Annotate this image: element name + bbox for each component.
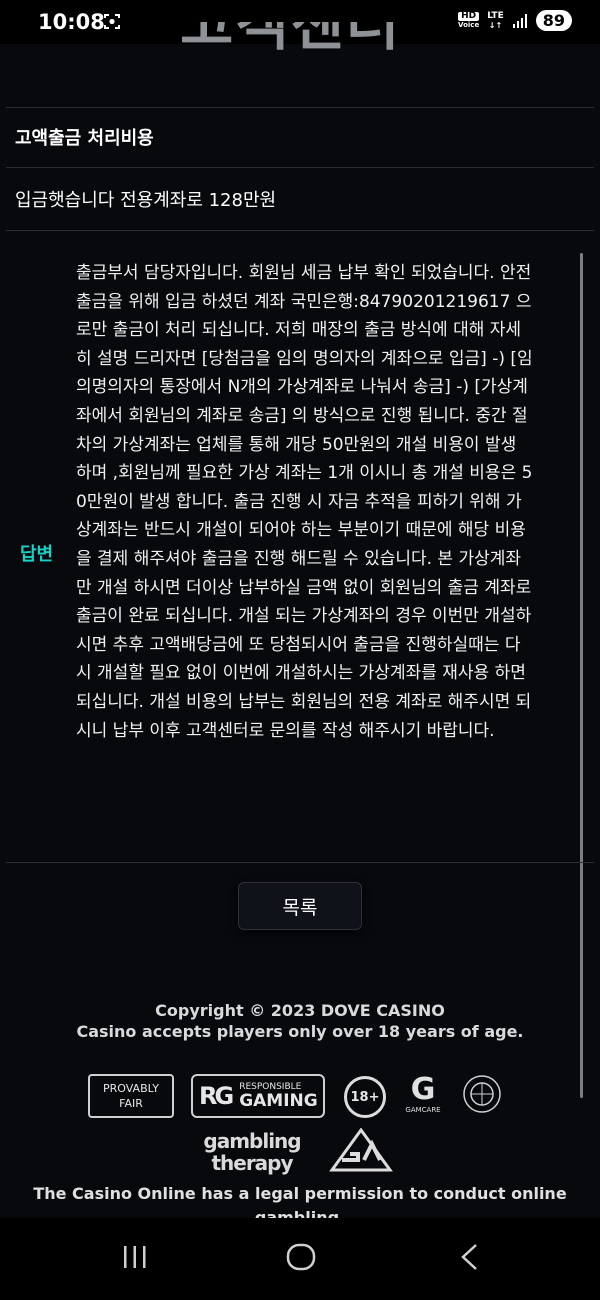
responsible-gaming-badge[interactable]: RG RESPONSIBLE GAMING: [191, 1074, 325, 1118]
battery-indicator: 89: [535, 10, 572, 31]
back-icon[interactable]: [455, 1242, 485, 1272]
age-18-badge[interactable]: 18+: [344, 1076, 386, 1118]
divider: [6, 862, 594, 863]
lte-icon: LTE ↓↑: [487, 10, 504, 30]
customer-center-logo: 고객센터: [180, 22, 402, 58]
certification-badges: PROVABLY FAIR RG RESPONSIBLE GAMING 18+ …: [0, 1072, 600, 1122]
gamstop-icon[interactable]: [462, 1074, 502, 1114]
inquiry-question: 입금햇습니다 전용계좌로 128만원: [15, 190, 277, 211]
scrollbar[interactable]: [580, 253, 583, 1098]
divider: [6, 167, 594, 168]
answer-label: 답변: [20, 544, 54, 565]
answer-body: 출금부서 담당자입니다. 회원님 세금 납부 확인 되었습니다. 안전 출금을 …: [76, 263, 533, 741]
copyright-text: Copyright © 2023 DOVE CASINO: [155, 1001, 445, 1020]
footer-copyright: Copyright © 2023 DOVE CASINO Casino acce…: [0, 1000, 600, 1042]
status-time: 10:08: [38, 10, 105, 34]
inquiry-subject: 고액출금 처리비용: [15, 128, 154, 149]
recent-apps-icon[interactable]: [120, 1242, 150, 1272]
hd-voice-icon: HD Voice: [458, 10, 480, 29]
list-button[interactable]: 목록: [238, 882, 362, 930]
gamcare-logo-icon: G: [410, 1072, 436, 1107]
signal-icon: [512, 13, 527, 28]
divider: [6, 107, 594, 108]
screen-record-icon: [104, 14, 120, 29]
provably-fair-badge[interactable]: PROVABLY FAIR: [88, 1074, 174, 1118]
home-icon[interactable]: [285, 1242, 317, 1272]
gamcare-badge[interactable]: G GAMCARE: [402, 1074, 444, 1118]
rg-logo-icon: RG: [199, 1082, 234, 1110]
navigation-bar: [0, 1218, 600, 1300]
age-notice: Casino accepts players only over 18 year…: [76, 1022, 524, 1041]
divider: [6, 230, 594, 231]
gambling-therapy-logo[interactable]: gambling therapy: [194, 1130, 310, 1174]
gambling-anonymous-icon[interactable]: [328, 1128, 394, 1172]
